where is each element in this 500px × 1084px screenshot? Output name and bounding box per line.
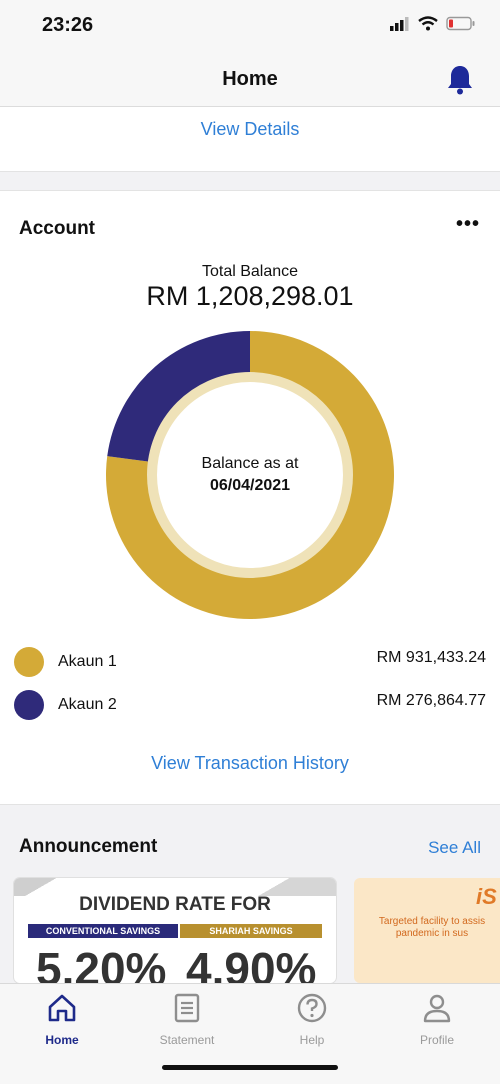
shariah-rate: 4.90% <box>186 943 317 983</box>
tab-profile[interactable]: Profile <box>392 992 482 1047</box>
dividend-banner[interactable]: DIVIDEND RATE FOR CONVENTIONAL SAVINGS S… <box>14 878 336 983</box>
see-all-link[interactable]: See All <box>428 838 481 858</box>
status-time: 23:26 <box>42 14 94 36</box>
announcement-title: Announcement <box>19 836 158 857</box>
total-balance-value: RM 1,208,298.01 <box>146 281 354 311</box>
account-title: Account <box>19 218 95 239</box>
akaun-2-amount: RM 276,864.77 <box>376 692 486 709</box>
account-card: Account ••• Total Balance RM 1,208,298.0… <box>0 190 500 805</box>
tab-help[interactable]: Help <box>267 992 357 1047</box>
home-icon <box>48 994 76 1022</box>
legend-akaun-1[interactable]: Akaun 1 RM 931,433.24 <box>14 647 486 679</box>
status-icons <box>390 16 476 31</box>
tab-profile-label: Profile <box>419 1033 454 1047</box>
akaun-1-amount: RM 931,433.24 <box>376 649 486 666</box>
help-icon <box>297 993 327 1023</box>
profile-icon <box>423 994 451 1023</box>
wifi-icon <box>418 16 438 31</box>
banner-title: DIVIDEND RATE FOR <box>79 894 271 915</box>
tab-help-label: Help <box>299 1033 325 1047</box>
notifications-button[interactable] <box>446 64 474 101</box>
signal-icon <box>390 16 409 31</box>
tab-statement[interactable]: Statement <box>142 992 232 1047</box>
status-bar: 23:26 <box>0 0 500 56</box>
conventional-rate: 5.20% <box>36 943 167 983</box>
battery-icon <box>446 16 475 31</box>
balance-date-block: Balance as at 06/04/2021 <box>150 453 350 497</box>
page-title: Home <box>222 68 278 90</box>
banner-logo: iS <box>476 884 497 909</box>
home-indicator <box>162 1065 338 1070</box>
nav-bar: Home <box>0 56 500 107</box>
summary-card: View Details <box>0 107 500 172</box>
facility-banner[interactable]: iS Targeted facility to assis pandemic i… <box>354 878 500 983</box>
tab-statement-label: Statement <box>159 1033 215 1047</box>
tab-home[interactable]: Home <box>17 992 107 1047</box>
total-balance-label: Total Balance <box>201 263 299 280</box>
akaun-1-name: Akaun 1 <box>58 653 117 670</box>
donut-segment-akaun-2 <box>107 331 250 463</box>
statement-icon <box>174 993 200 1023</box>
view-transaction-history-link[interactable]: View Transaction History <box>0 753 500 774</box>
akaun-1-color-dot <box>14 647 44 677</box>
view-details-link[interactable]: View Details <box>0 119 500 140</box>
conventional-savings-label: CONVENTIONAL SAVINGS <box>28 924 178 938</box>
shariah-savings-label: SHARIAH SAVINGS <box>180 924 322 938</box>
balance-as-at-label: Balance as at <box>201 455 299 472</box>
akaun-2-name: Akaun 2 <box>58 696 117 713</box>
banner-text: Targeted facility to assis pandemic in s… <box>378 916 486 939</box>
legend-akaun-2[interactable]: Akaun 2 RM 276,864.77 <box>14 690 486 722</box>
balance-date: 06/04/2021 <box>209 477 291 494</box>
bell-icon <box>448 66 472 95</box>
more-options-button[interactable]: ••• <box>456 213 480 236</box>
akaun-2-color-dot <box>14 690 44 720</box>
tab-home-label: Home <box>45 1033 79 1047</box>
